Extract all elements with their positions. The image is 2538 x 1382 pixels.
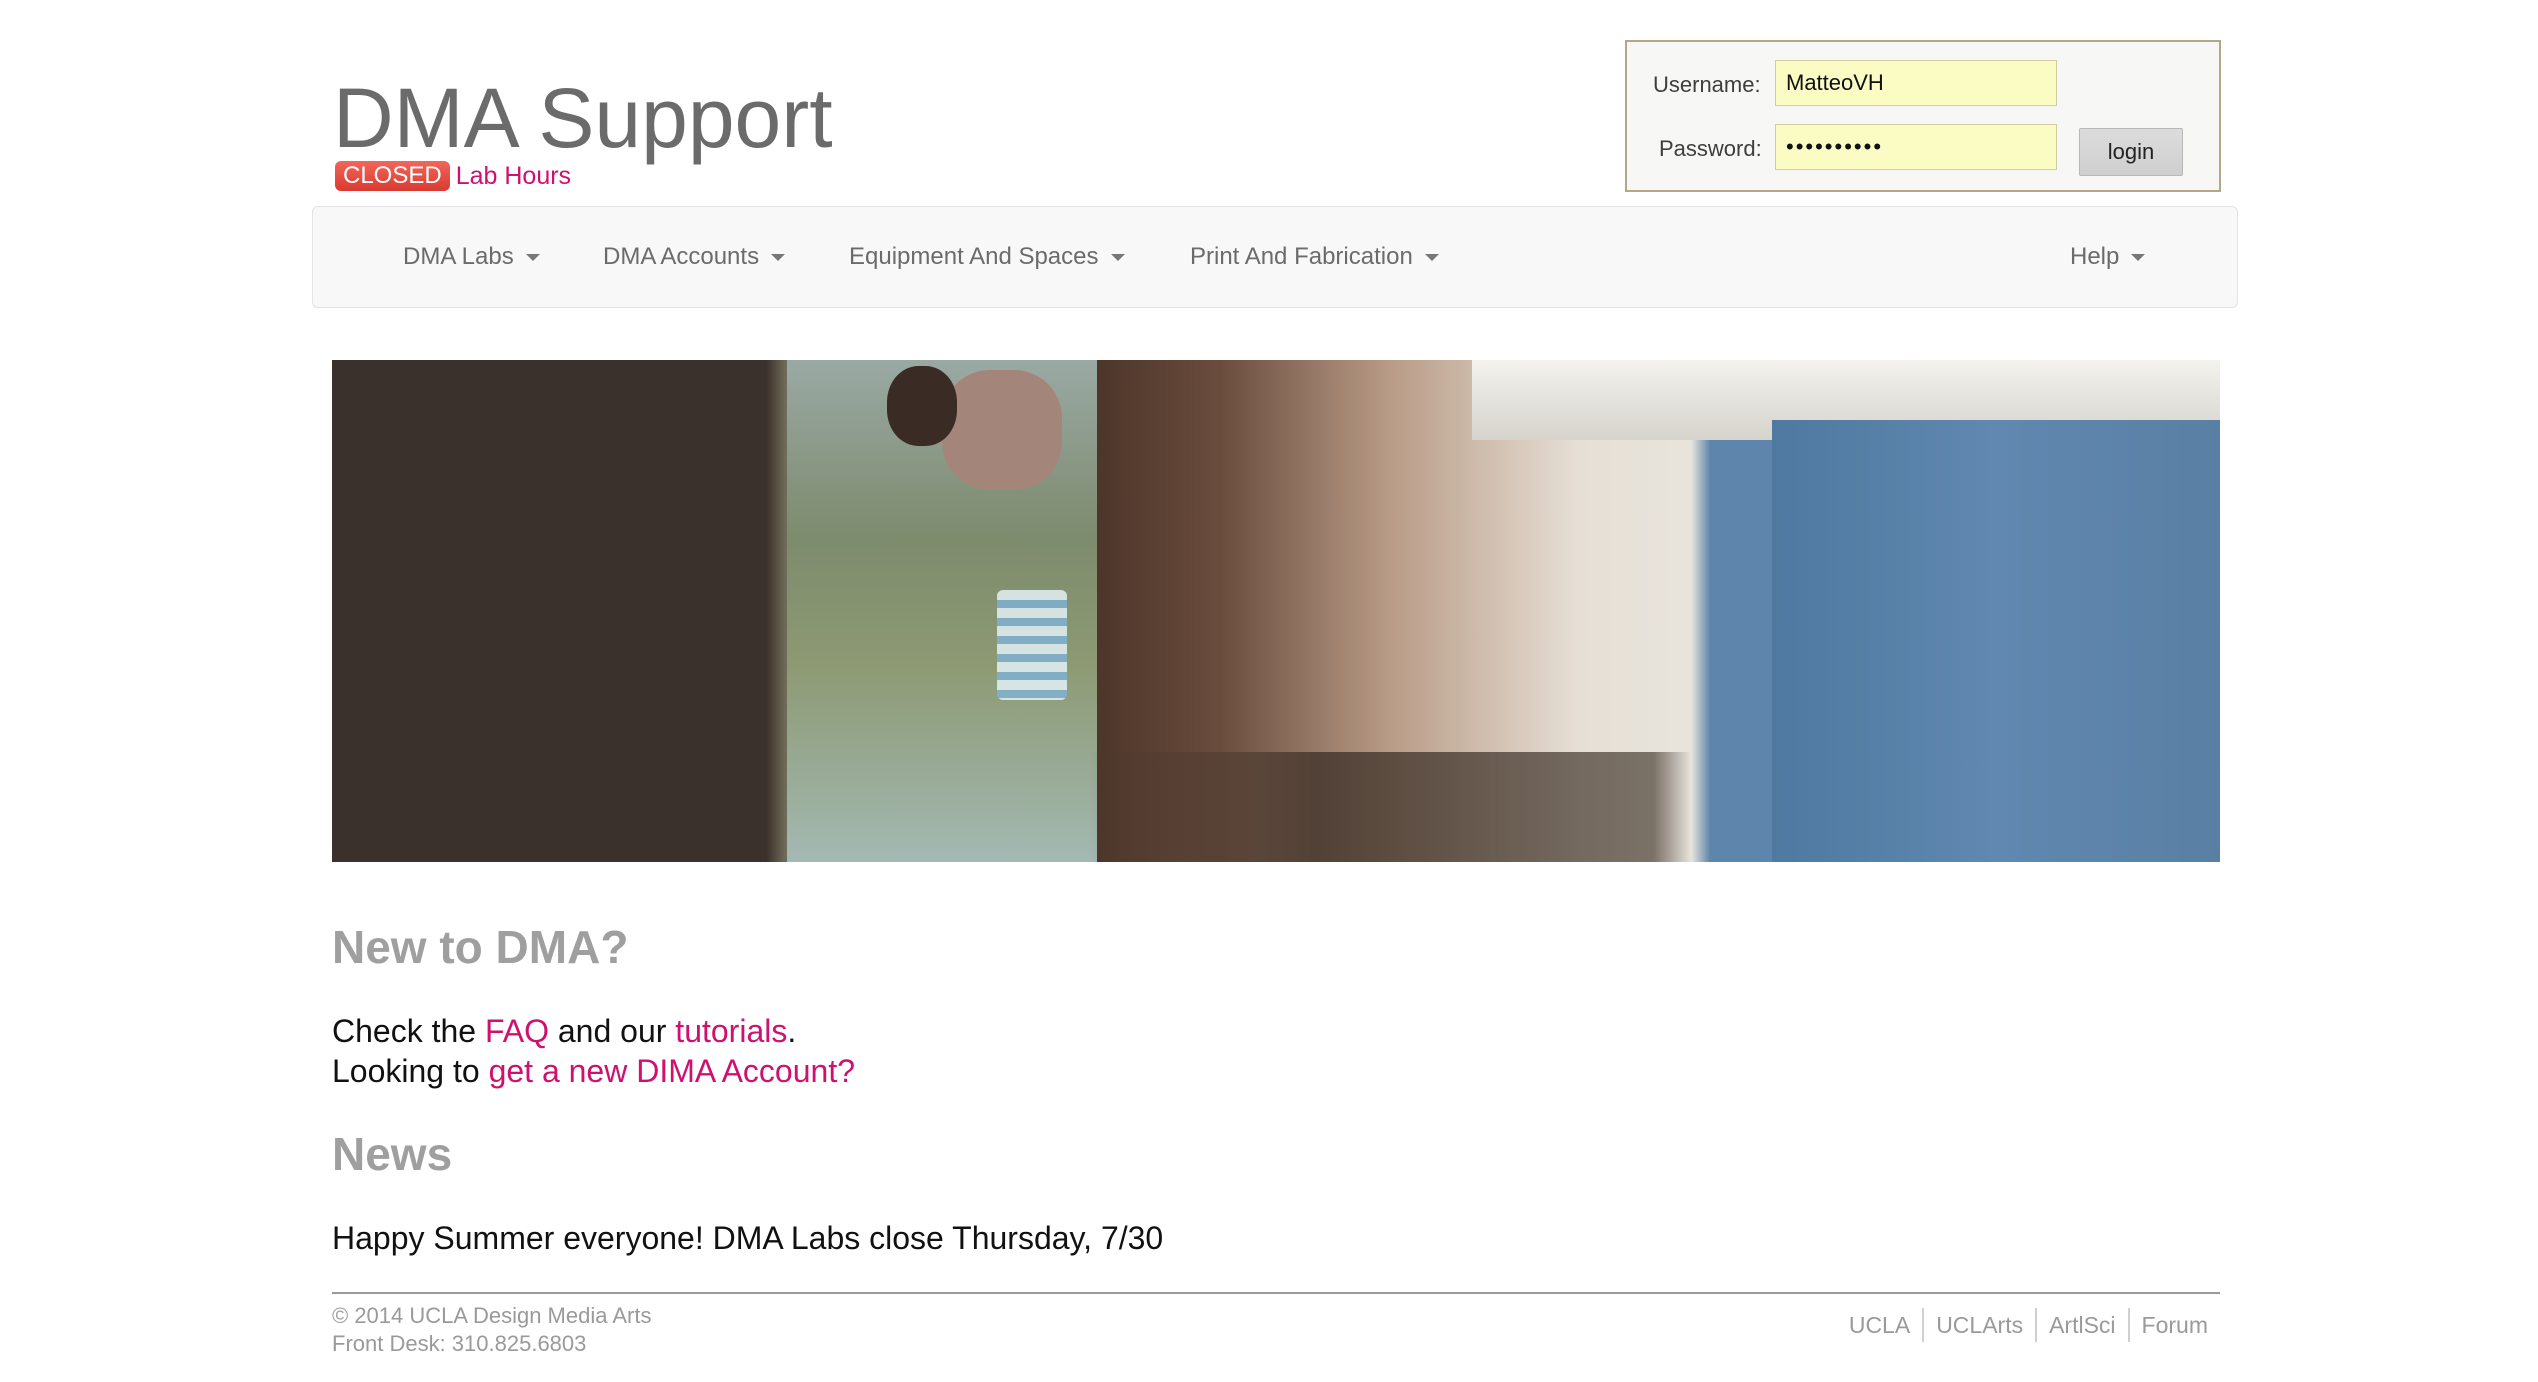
nav-label: Equipment And Spaces bbox=[849, 243, 1099, 270]
news-heading: News bbox=[332, 1128, 453, 1180]
main-navbar: DMA Labs DMA Accounts Equipment And Spac… bbox=[312, 206, 2238, 308]
nav-dma-accounts[interactable]: DMA Accounts bbox=[603, 207, 786, 307]
username-field[interactable]: MatteoVH bbox=[1775, 60, 2057, 106]
copyright: © 2014 UCLA Design Media Arts bbox=[332, 1303, 652, 1328]
caret-down-icon bbox=[1424, 253, 1439, 261]
login-form: Username: MatteoVH Password: •••••••••• … bbox=[1625, 40, 2221, 192]
hero-image bbox=[332, 360, 2220, 862]
footer-link-uclarts[interactable]: UCLArts bbox=[1922, 1308, 2035, 1342]
news-item: Happy Summer everyone! DMA Labs close Th… bbox=[332, 1220, 1164, 1256]
hero-floor bbox=[332, 752, 2220, 862]
nav-dma-labs[interactable]: DMA Labs bbox=[403, 207, 540, 307]
username-label: Username: bbox=[1653, 72, 1761, 97]
hero-pillow bbox=[942, 370, 1062, 490]
nav-equipment-and-spaces[interactable]: Equipment And Spaces bbox=[849, 207, 1125, 307]
login-button[interactable]: login bbox=[2079, 128, 2183, 176]
nav-label: DMA Accounts bbox=[603, 243, 760, 270]
faq-link[interactable]: FAQ bbox=[485, 1013, 549, 1049]
caret-down-icon bbox=[525, 253, 540, 261]
password-field[interactable]: •••••••••• bbox=[1775, 124, 2057, 170]
text: Check the bbox=[332, 1013, 485, 1049]
footer-link-forum[interactable]: Forum bbox=[2127, 1308, 2220, 1342]
new-to-dma-heading: New to DMA? bbox=[332, 921, 629, 973]
intro-line-2: Looking to get a new DIMA Account? bbox=[332, 1051, 855, 1091]
intro-line-1: Check the FAQ and our tutorials. bbox=[332, 1011, 796, 1051]
lab-hours-link[interactable]: Lab Hours bbox=[456, 162, 571, 191]
caret-down-icon bbox=[771, 253, 786, 261]
site-title[interactable]: DMA Support bbox=[333, 70, 833, 167]
nav-label: Help bbox=[2070, 243, 2120, 270]
new-account-link[interactable]: get a new DIMA Account? bbox=[489, 1053, 855, 1089]
text: and our bbox=[548, 1013, 676, 1049]
status-badge: CLOSED bbox=[335, 161, 450, 191]
password-label: Password: bbox=[1659, 136, 1762, 161]
footer-divider bbox=[332, 1292, 2220, 1294]
front-desk-phone: Front Desk: 310.825.6803 bbox=[332, 1331, 587, 1356]
footer-link-artlsci[interactable]: ArtlSci bbox=[2035, 1308, 2127, 1342]
hero-light-pattern bbox=[997, 590, 1067, 700]
caret-down-icon bbox=[1110, 253, 1125, 261]
nav-print-and-fabrication[interactable]: Print And Fabrication bbox=[1190, 207, 1439, 307]
footer-info: © 2014 UCLA Design Media Arts Front Desk… bbox=[332, 1302, 651, 1358]
nav-help[interactable]: Help bbox=[2070, 207, 2146, 307]
footer-links: UCLA UCLArts ArtlSci Forum bbox=[1837, 1308, 2220, 1342]
tutorials-link[interactable]: tutorials bbox=[675, 1013, 787, 1049]
nav-label: Print And Fabrication bbox=[1190, 243, 1413, 270]
text: Looking to bbox=[332, 1053, 489, 1089]
caret-down-icon bbox=[2131, 253, 2146, 261]
footer-link-ucla[interactable]: UCLA bbox=[1837, 1308, 1922, 1342]
lab-status: CLOSED Lab Hours bbox=[335, 161, 571, 191]
text: . bbox=[787, 1013, 797, 1049]
nav-label: DMA Labs bbox=[403, 243, 514, 270]
hero-sleeper bbox=[887, 366, 957, 446]
